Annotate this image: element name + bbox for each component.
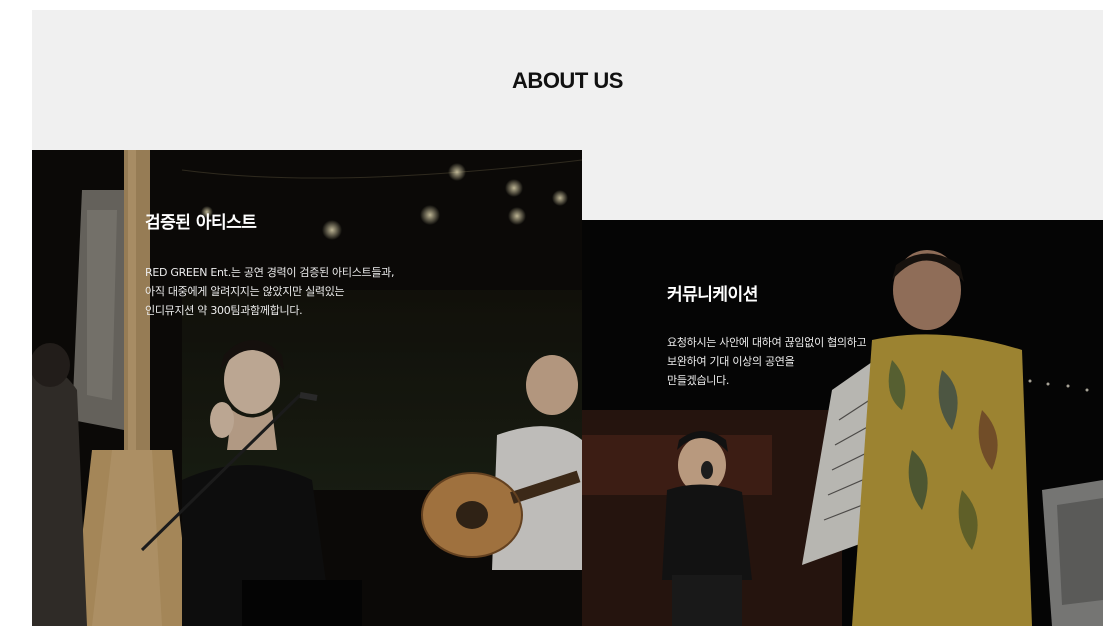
card-description: RED GREEN Ent.는 공연 경력이 검증된 아티스트들과, 아직 대중… <box>145 263 394 320</box>
left-margin <box>0 0 32 626</box>
concert-photo-right <box>582 220 1103 626</box>
card-description: 요청하시는 사안에 대하여 끊임없이 협의하고 보완하여 기대 이상의 공연을 … <box>667 333 867 390</box>
card-text-line: 보완하여 기대 이상의 공연을 <box>667 355 795 368</box>
about-page: ABOUT US 검증된 아티스트 RED GREEN Ent.는 공연 경력이… <box>0 0 1103 626</box>
card-text-line: 인디뮤지션 약 300팀과함께합니다. <box>145 304 303 317</box>
section-title: ABOUT US <box>512 68 623 93</box>
card-heading: 검증된 아티스트 <box>145 213 257 233</box>
card-text-line: 요청하시는 사안에 대하여 끊임없이 협의하고 <box>667 336 867 349</box>
card-text-line: RED GREEN Ent.는 공연 경력이 검증된 아티스트들과, <box>145 266 395 279</box>
card-text-line: 만들겠습니다. <box>667 374 730 387</box>
concert-photo-left <box>32 150 582 626</box>
card-text-line: 아직 대중에게 알려지지는 않았지만 실력있는 <box>145 285 345 298</box>
card-heading: 커뮤니케이션 <box>667 285 758 305</box>
verified-artists-card: 검증된 아티스트 RED GREEN Ent.는 공연 경력이 검증된 아티스트… <box>32 150 582 626</box>
communication-card: 커뮤니케이션 요청하시는 사안에 대하여 끊임없이 협의하고 보완하여 기대 이… <box>582 220 1103 626</box>
